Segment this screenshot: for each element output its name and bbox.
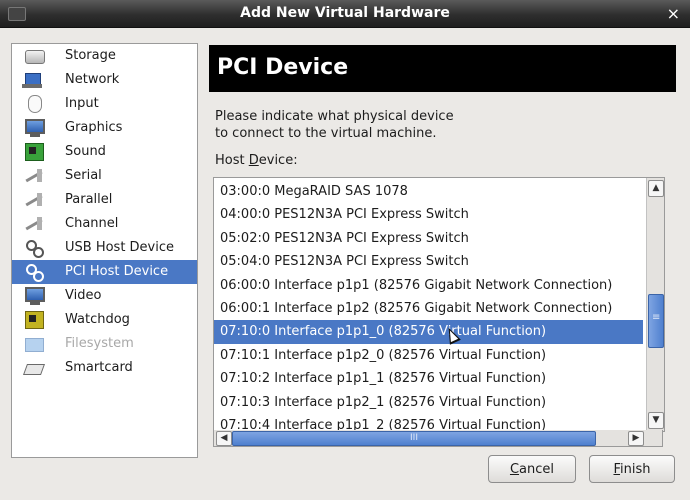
device-row[interactable]: 05:02:0 PES12N3A PCI Express Switch [214, 227, 643, 250]
scroll-up-icon[interactable]: ▲ [648, 180, 664, 197]
sidebar-item-label: Filesystem [65, 336, 134, 351]
sidebar-item-label: Video [65, 288, 102, 303]
serial-plug-icon [25, 169, 43, 183]
monitor-icon [25, 119, 45, 137]
sidebar-item-label: Sound [65, 144, 106, 159]
sidebar-item-usb-host-device[interactable]: USB Host Device [12, 236, 197, 260]
sidebar-item-label: Serial [65, 168, 102, 183]
sidebar-item-label: Parallel [65, 192, 113, 207]
sidebar-item-label: Graphics [65, 120, 123, 135]
device-row[interactable]: 05:04:0 PES12N3A PCI Express Switch [214, 250, 643, 273]
sidebar-item-input[interactable]: Input [12, 92, 197, 116]
hardware-type-list: Storage Network Input Graphics Sound Serial Pa… [11, 43, 198, 458]
sidebar-item-network[interactable]: Network [12, 68, 197, 92]
horizontal-scrollbar[interactable]: ◀ III ▶ [213, 430, 663, 447]
sidebar-item-parallel[interactable]: Parallel [12, 188, 197, 212]
sidebar-item-sound[interactable]: Sound [12, 140, 197, 164]
sound-card-icon [25, 143, 44, 161]
device-row[interactable]: 06:00:0 Interface p1p1 (82576 Gigabit Ne… [214, 274, 643, 297]
usb-icon [25, 239, 44, 258]
smartcard-icon [22, 364, 46, 375]
vertical-scrollbar[interactable]: ▲ ▼ [646, 178, 664, 431]
description-line-2: to connect to the virtual machine. [215, 126, 437, 141]
sidebar-item-label: PCI Host Device [65, 264, 169, 279]
device-row[interactable]: 07:10:0 Interface p1p1_0 (82576 Virtual … [214, 320, 643, 344]
cancel-label-rest: ancel [519, 462, 555, 477]
device-row[interactable]: 07:10:3 Interface p1p2_1 (82576 Virtual … [214, 391, 643, 414]
network-icon [22, 73, 42, 88]
panel-header: PCI Device [209, 45, 676, 92]
close-icon[interactable]: × [667, 4, 680, 23]
sidebar-item-video[interactable]: Video [12, 284, 197, 308]
mouse-icon [28, 95, 42, 113]
description-line-1: Please indicate what physical device [215, 109, 454, 124]
watchdog-icon [25, 311, 44, 329]
sidebar-item-serial[interactable]: Serial [12, 164, 197, 188]
host-label-rest: evice: [258, 153, 298, 168]
device-row[interactable]: 07:10:1 Interface p1p2_0 (82576 Virtual … [214, 344, 643, 367]
sidebar-item-channel[interactable]: Channel [12, 212, 197, 236]
host-device-list[interactable]: 03:00:0 MegaRAID SAS 1078 04:00:0 PES12N3… [213, 177, 665, 432]
sidebar-item-label: Input [65, 96, 99, 111]
scroll-right-icon[interactable]: ▶ [628, 431, 644, 446]
video-monitor-icon [25, 287, 45, 305]
sidebar-item-pci-host-device[interactable]: PCI Host Device [12, 260, 197, 284]
sidebar-item-label: Storage [65, 48, 116, 63]
disk-icon [25, 50, 45, 64]
sidebar-item-label: Channel [65, 216, 119, 231]
host-device-label: Host Device: [215, 153, 298, 168]
cancel-button[interactable]: Cancel [488, 455, 576, 483]
cancel-mnemonic: C [509, 462, 520, 477]
sidebar-item-filesystem: Filesystem [12, 332, 197, 356]
device-row[interactable]: 03:00:0 MegaRAID SAS 1078 [214, 180, 643, 203]
device-row[interactable]: 04:00:0 PES12N3A PCI Express Switch [214, 203, 643, 226]
window-title: Add New Virtual Hardware [240, 5, 450, 21]
sidebar-item-label: USB Host Device [65, 240, 175, 255]
scroll-down-icon[interactable]: ▼ [648, 412, 664, 429]
finish-label-rest: inish [620, 462, 651, 477]
sidebar-item-watchdog[interactable]: Watchdog [12, 308, 197, 332]
device-rows: 03:00:0 MegaRAID SAS 1078 04:00:0 PES12N3… [214, 180, 643, 431]
host-label-mnemonic: D [248, 153, 259, 168]
sidebar-item-label: Smartcard [65, 360, 133, 375]
title-bar: Add New Virtual Hardware × [0, 0, 690, 28]
scroll-left-icon[interactable]: ◀ [216, 431, 232, 446]
sidebar-item-label: Watchdog [65, 312, 130, 327]
sidebar-item-graphics[interactable]: Graphics [12, 116, 197, 140]
parallel-plug-icon [25, 193, 43, 207]
pci-icon [25, 263, 44, 282]
device-row[interactable]: 07:10:2 Interface p1p1_1 (82576 Virtual … [214, 367, 643, 390]
vertical-scroll-thumb[interactable] [648, 294, 664, 348]
host-label-prefix: Host [215, 153, 249, 168]
device-row[interactable]: 06:00:1 Interface p1p2 (82576 Gigabit Ne… [214, 297, 643, 320]
sidebar-item-smartcard[interactable]: Smartcard [12, 356, 197, 380]
panel-title: PCI Device [217, 55, 349, 80]
sidebar-item-label: Network [65, 72, 120, 87]
panel-description: Please indicate what physical device to … [215, 108, 635, 142]
folder-icon [25, 338, 44, 352]
channel-plug-icon [25, 217, 43, 231]
horizontal-scroll-thumb[interactable]: III [232, 431, 596, 446]
finish-button[interactable]: Finish [589, 455, 675, 483]
add-hardware-dialog: Add New Virtual Hardware × Storage Networ… [0, 0, 690, 500]
sidebar-item-storage[interactable]: Storage [12, 44, 197, 68]
